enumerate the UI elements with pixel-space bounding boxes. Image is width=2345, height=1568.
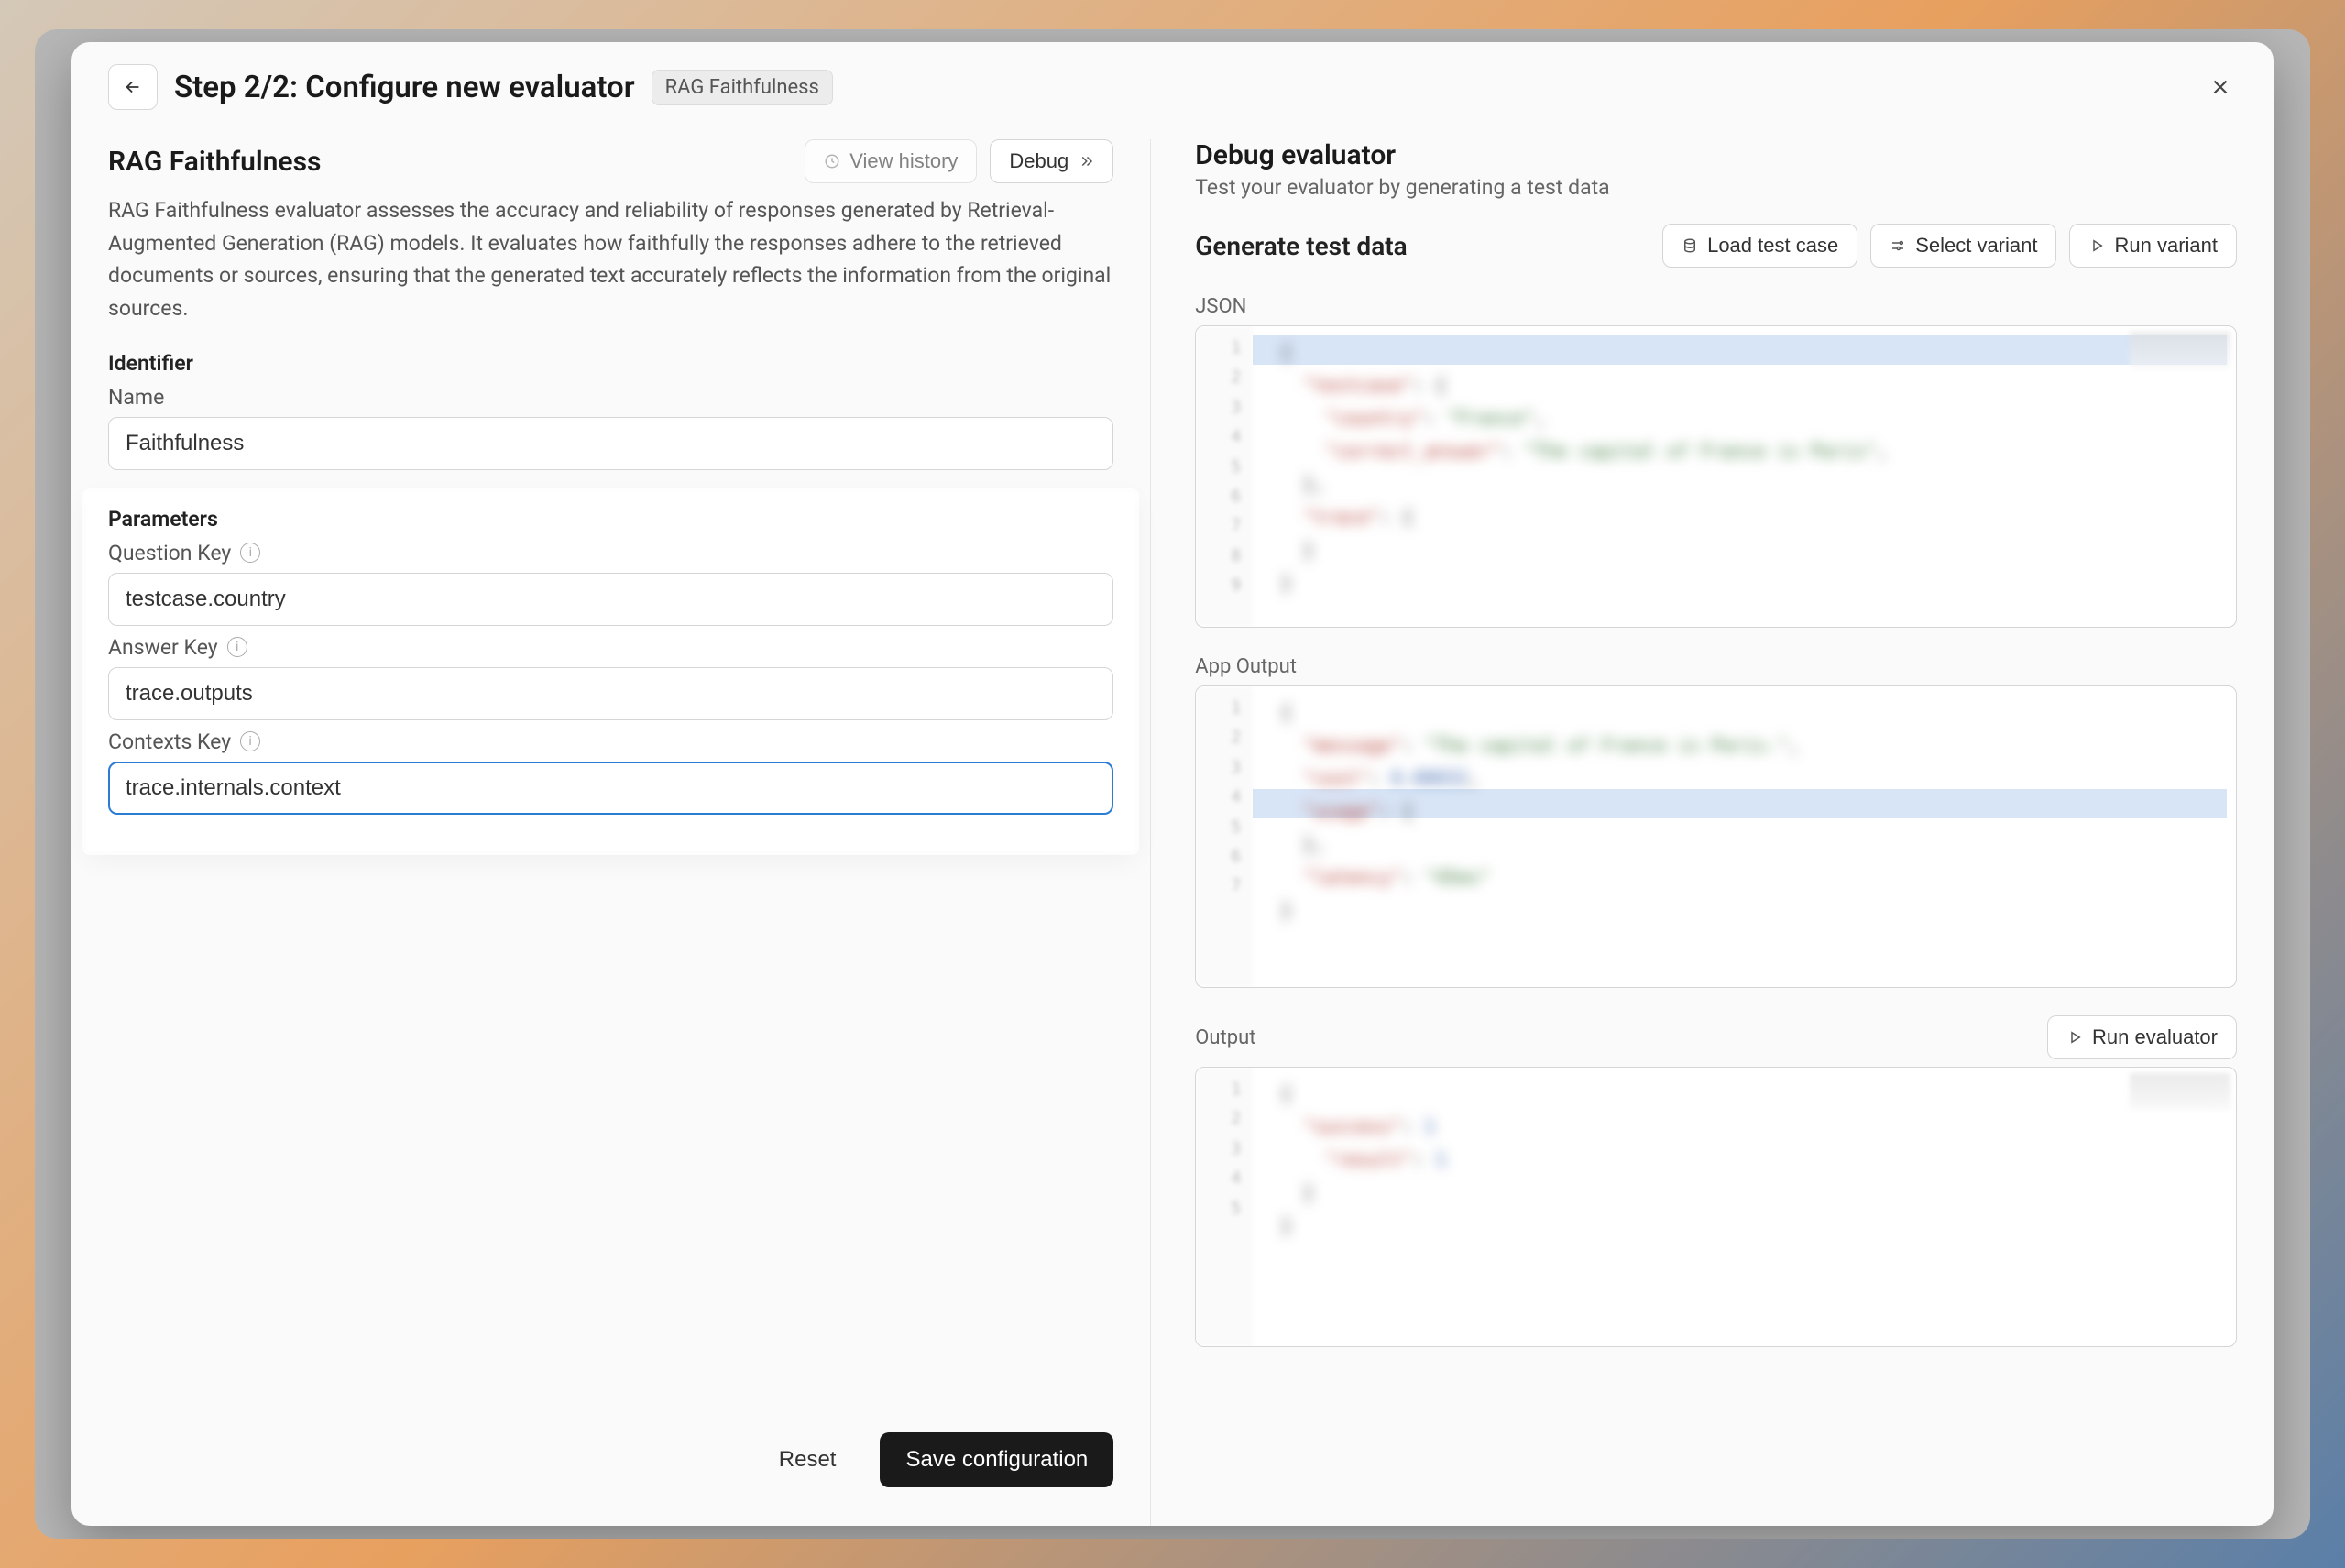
sliders-icon — [1890, 237, 1906, 254]
evaluator-title-actions: View history Debug — [805, 139, 1113, 183]
question-key-input[interactable] — [108, 573, 1113, 626]
parameters-section: Parameters Question Key i Answer Key i C… — [86, 492, 1135, 851]
left-footer: Reset Save configuration — [108, 1405, 1113, 1526]
right-panel: Debug evaluator Test your evaluator by g… — [1151, 139, 2237, 1526]
load-test-case-label: Load test case — [1707, 234, 1838, 258]
generate-actions: Load test case Select variant Run varian… — [1662, 224, 2237, 268]
close-button[interactable] — [2204, 71, 2237, 104]
run-variant-label: Run variant — [2114, 234, 2218, 258]
configure-evaluator-modal: Step 2/2: Configure new evaluator RAG Fa… — [71, 42, 2274, 1526]
back-button[interactable] — [108, 64, 158, 110]
modal-body: RAG Faithfulness View history Debug RAG … — [71, 121, 2274, 1526]
contexts-key-input[interactable] — [108, 762, 1113, 815]
json-editor[interactable]: 123456789 { "testcase": { "country": "Fr… — [1195, 325, 2237, 628]
debug-evaluator-subtitle: Test your evaluator by generating a test… — [1195, 175, 2237, 200]
question-key-label-text: Question Key — [108, 541, 231, 565]
app-output-content-blurred: { "message": "The capital of France is P… — [1196, 686, 2236, 987]
arrow-left-icon — [123, 77, 143, 97]
close-icon — [2208, 75, 2232, 99]
evaluator-description: RAG Faithfulness evaluator assesses the … — [108, 194, 1113, 325]
modal-header: Step 2/2: Configure new evaluator RAG Fa… — [71, 42, 2274, 121]
reset-button[interactable]: Reset — [757, 1432, 859, 1487]
select-variant-button[interactable]: Select variant — [1870, 224, 2056, 268]
output-row: Output Run evaluator — [1195, 1015, 2237, 1059]
evaluator-title: RAG Faithfulness — [108, 146, 321, 178]
json-content-blurred: { "testcase": { "country": "France", "co… — [1196, 326, 2236, 627]
app-output-label: App Output — [1195, 655, 2237, 678]
load-test-case-button[interactable]: Load test case — [1662, 224, 1857, 268]
answer-key-label-text: Answer Key — [108, 635, 218, 660]
contexts-key-label: Contexts Key i — [108, 729, 1113, 754]
debug-button[interactable]: Debug — [990, 139, 1113, 183]
app-output-editor[interactable]: 1234567 { "message": "The capital of Fra… — [1195, 685, 2237, 988]
background-app: Step 2/2: Configure new evaluator RAG Fa… — [35, 29, 2310, 1539]
play-icon — [2088, 237, 2105, 254]
view-history-label: View history — [849, 149, 958, 173]
run-variant-button[interactable]: Run variant — [2069, 224, 2237, 268]
info-icon[interactable]: i — [240, 731, 260, 751]
save-configuration-button[interactable]: Save configuration — [880, 1432, 1113, 1487]
name-input[interactable] — [108, 417, 1113, 470]
output-label: Output — [1195, 1026, 1255, 1049]
info-icon[interactable]: i — [227, 637, 247, 657]
output-content-blurred: { "success": 1 "result": 1 } } — [1196, 1068, 2236, 1346]
database-icon — [1682, 237, 1698, 254]
view-history-button[interactable]: View history — [805, 139, 977, 183]
debug-label: Debug — [1009, 149, 1068, 173]
select-variant-label: Select variant — [1915, 234, 2037, 258]
answer-key-label: Answer Key i — [108, 635, 1113, 660]
debug-evaluator-title: Debug evaluator — [1195, 139, 2237, 171]
question-key-label: Question Key i — [108, 541, 1113, 565]
contexts-key-label-text: Contexts Key — [108, 729, 231, 754]
left-panel: RAG Faithfulness View history Debug RAG … — [108, 139, 1151, 1526]
json-label: JSON — [1195, 295, 2237, 318]
generate-test-data-label: Generate test data — [1195, 231, 1407, 261]
name-label: Name — [108, 385, 1113, 410]
info-icon[interactable]: i — [240, 543, 260, 563]
run-evaluator-button[interactable]: Run evaluator — [2047, 1015, 2237, 1059]
chevron-double-right-icon — [1078, 153, 1094, 170]
run-evaluator-label: Run evaluator — [2092, 1025, 2218, 1049]
history-icon — [824, 153, 840, 170]
identifier-label: Identifier — [108, 351, 1113, 376]
step-title: Step 2/2: Configure new evaluator — [174, 70, 635, 105]
evaluator-type-badge: RAG Faithfulness — [652, 70, 833, 105]
generate-row: Generate test data Load test case Select… — [1195, 224, 2237, 268]
evaluator-title-row: RAG Faithfulness View history Debug — [108, 139, 1113, 183]
parameters-label: Parameters — [108, 507, 1113, 532]
output-editor[interactable]: 12345 { "success": 1 "result": 1 } } — [1195, 1067, 2237, 1347]
answer-key-input[interactable] — [108, 667, 1113, 720]
play-icon — [2066, 1029, 2083, 1046]
